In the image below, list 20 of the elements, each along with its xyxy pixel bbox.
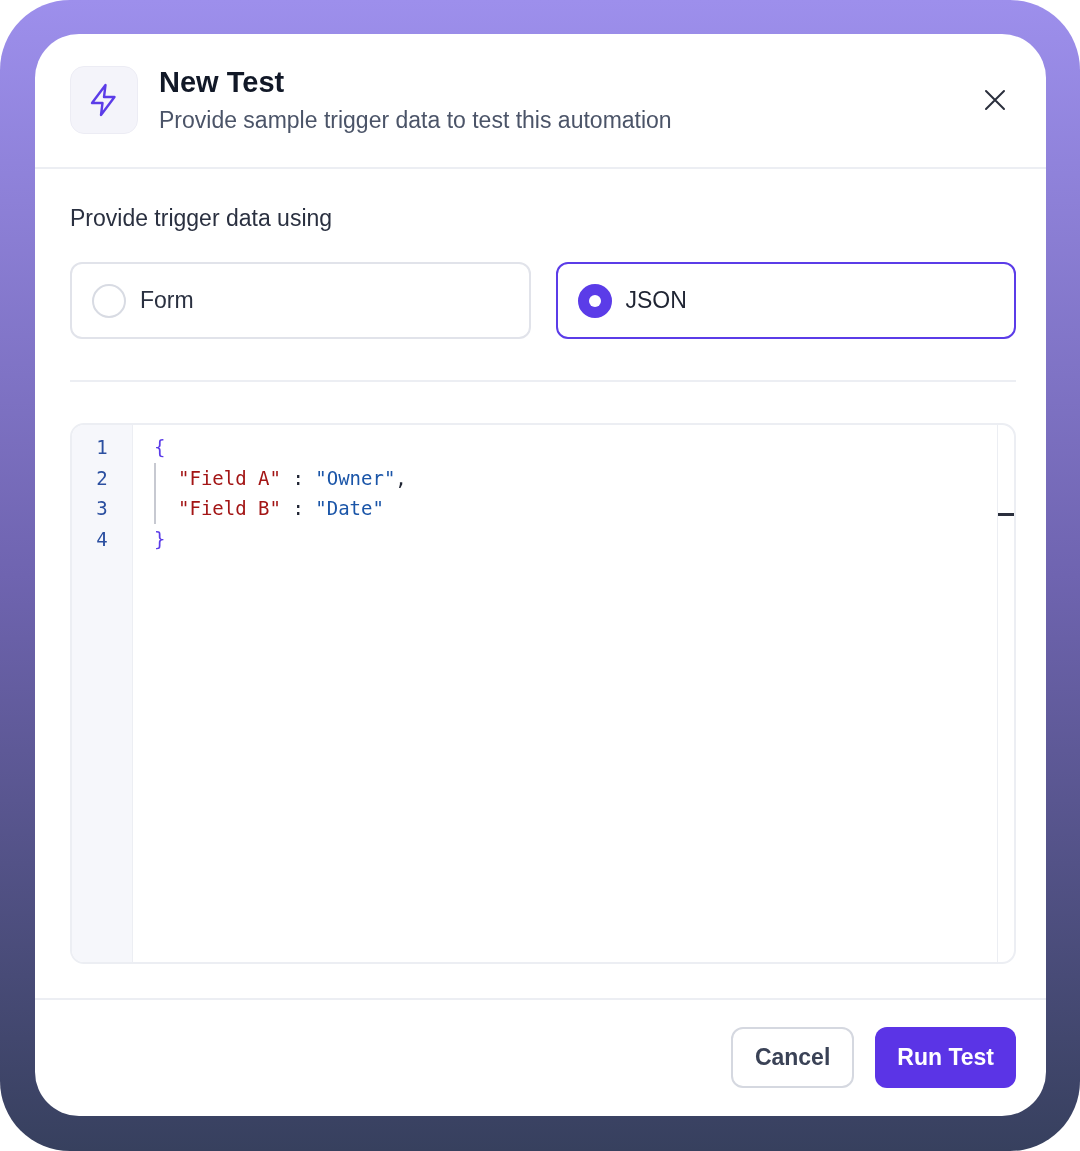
scrollbar-marker	[998, 513, 1014, 516]
cancel-button[interactable]: Cancel	[730, 1027, 855, 1088]
radio-option[interactable]: JSON	[555, 262, 1016, 339]
code-line: "Field A" : "Owner",	[154, 462, 407, 493]
dialog-title: New Test	[159, 66, 286, 99]
dialog-subtitle: Provide sample trigger data to test this automation	[159, 107, 673, 134]
line-number: 2	[96, 465, 108, 491]
line-number: 4	[96, 526, 108, 552]
close-icon	[984, 89, 1006, 111]
radio-icon	[577, 283, 612, 318]
code-line: "Field B" : "Date"	[154, 493, 384, 524]
line-number: 3	[96, 496, 108, 521]
code-editor[interactable]: 1 2 3 4 { "Field A" : "Owner", "Field B" : "Date" }	[70, 423, 1016, 964]
line-number: 1	[96, 435, 108, 460]
code-line: {	[154, 435, 166, 460]
radio-icon	[92, 283, 126, 318]
section-label: Provide trigger data using	[70, 205, 334, 232]
radio-option[interactable]: Form	[70, 262, 531, 339]
run-button[interactable]: Run Test	[875, 1027, 1016, 1088]
code-line: }	[154, 526, 166, 552]
